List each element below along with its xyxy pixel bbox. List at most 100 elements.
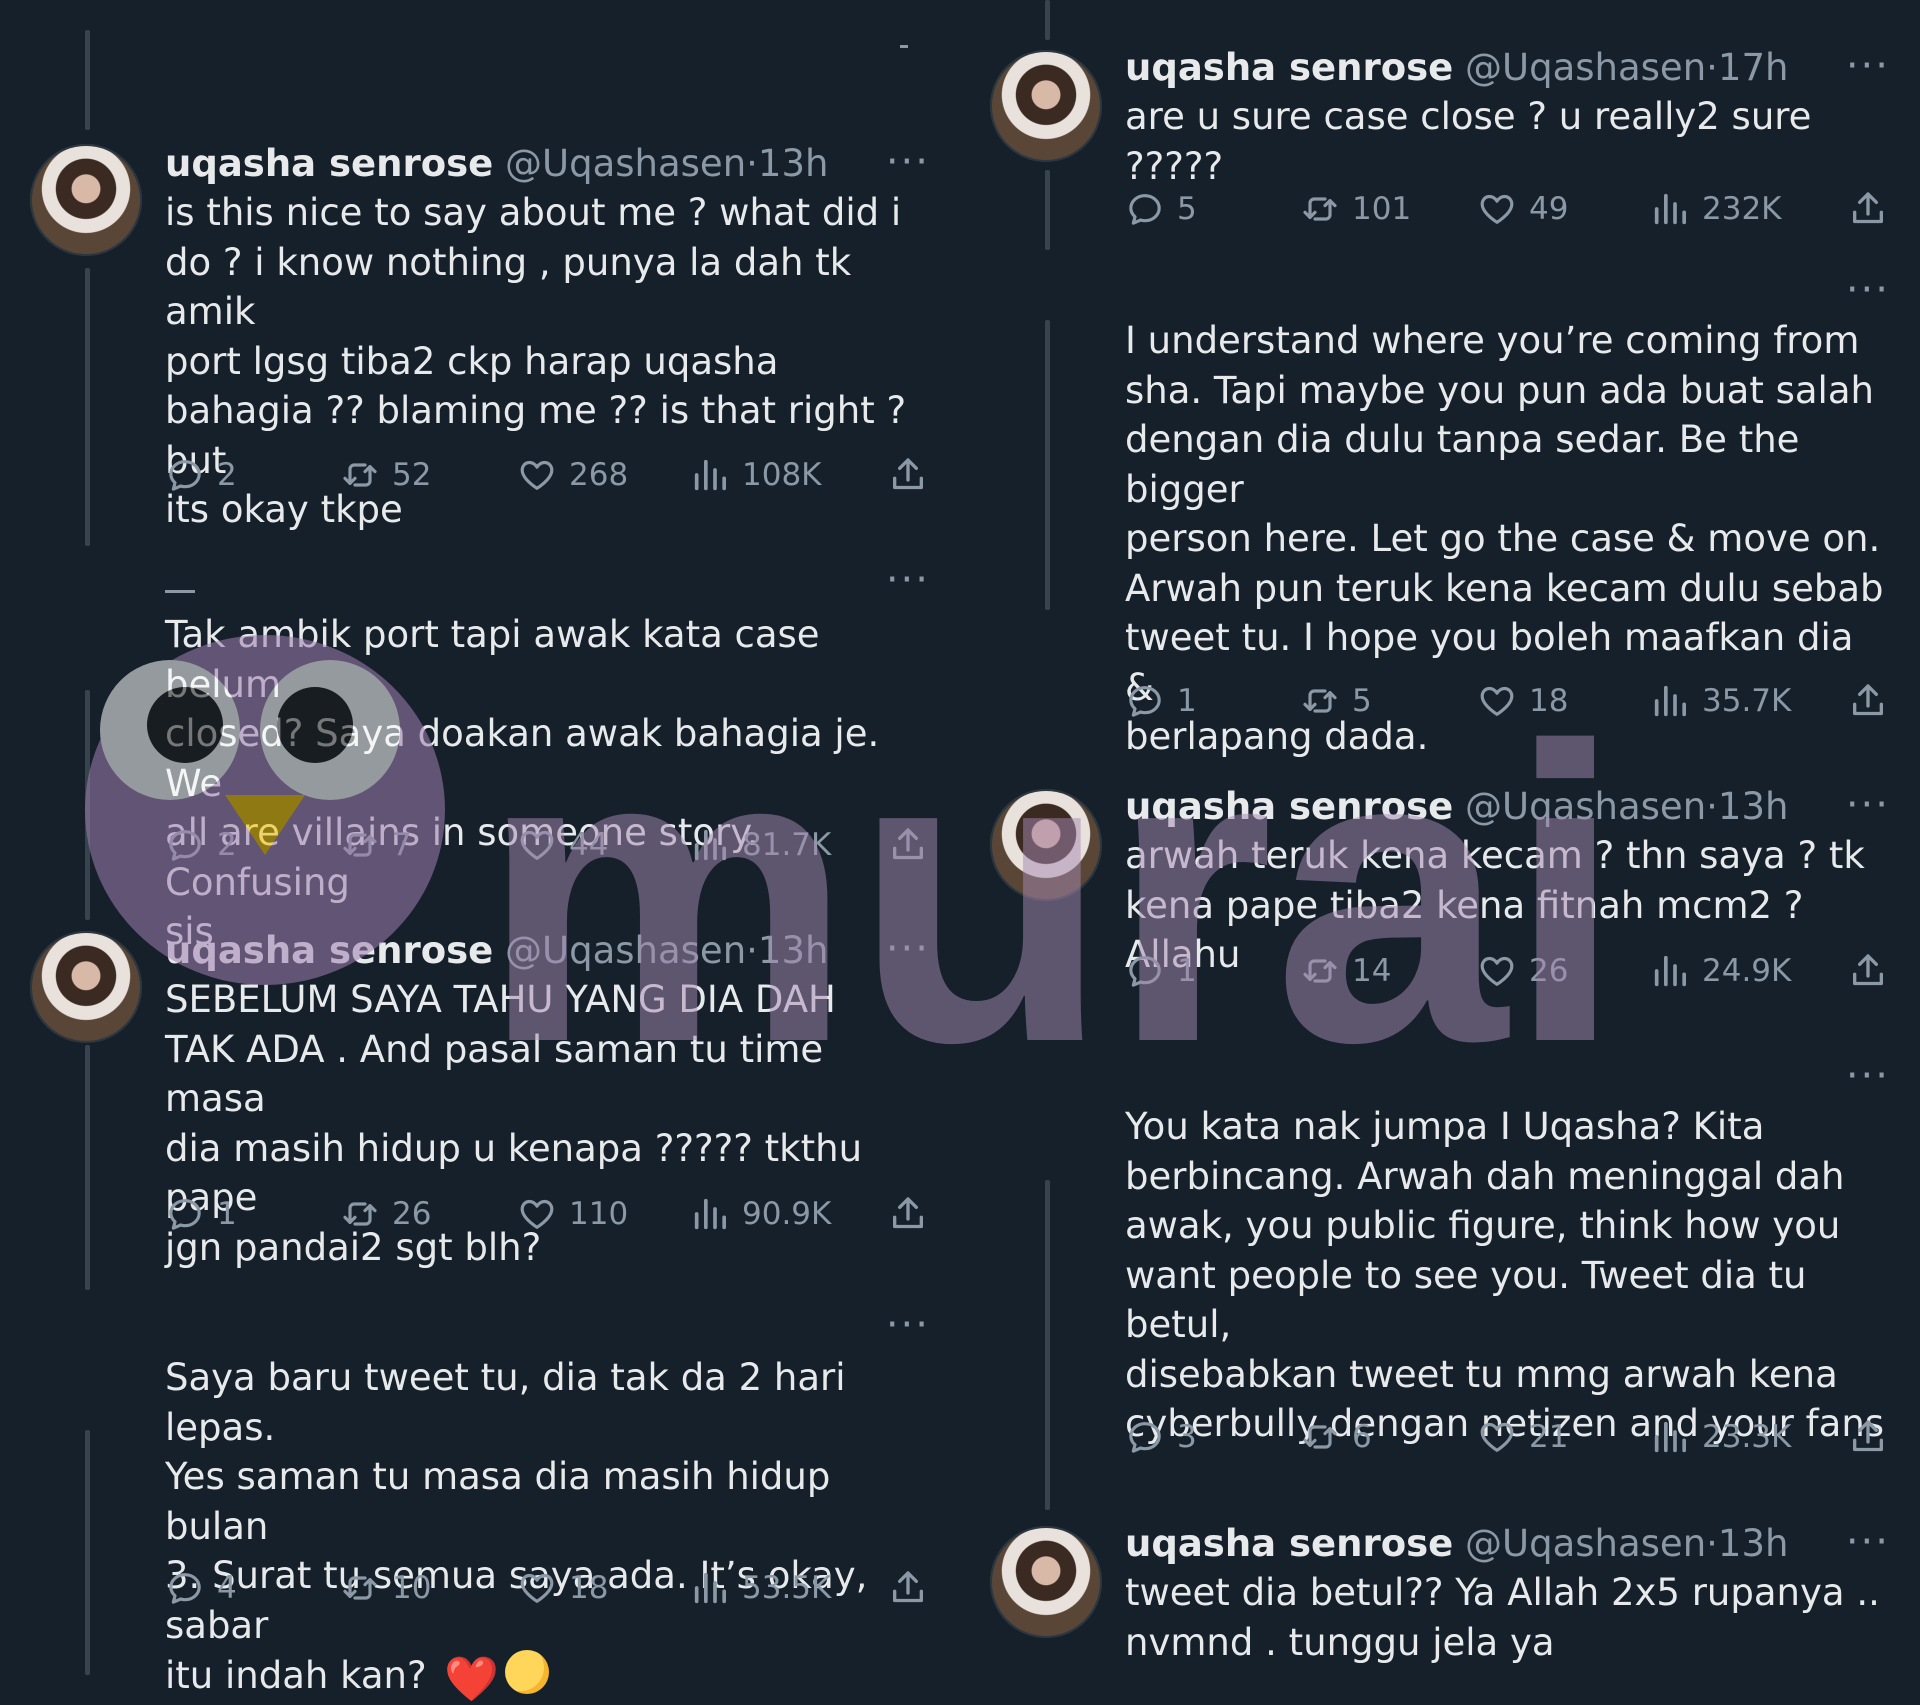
share-button[interactable] [886, 1563, 930, 1613]
reply-count: 1 [1177, 683, 1197, 719]
reply-button[interactable]: 5 [1125, 184, 1197, 234]
views-chart-icon [690, 1194, 730, 1234]
views-count: 35.7K [1702, 683, 1792, 719]
like-count: 18 [569, 1570, 609, 1606]
like-button[interactable]: 21 [1477, 1412, 1568, 1462]
author-handle[interactable]: @Uqashasen [1465, 785, 1706, 828]
reply-count: 1 [1177, 953, 1197, 989]
share-button[interactable] [1846, 184, 1890, 234]
share-button[interactable] [886, 450, 930, 500]
like-count: 26 [1529, 953, 1569, 989]
retweet-button[interactable]: 6 [1300, 1412, 1372, 1462]
tweet-header: uqasha senrose @Uqashasen·17h [1125, 44, 1788, 92]
heart-icon [1477, 189, 1517, 229]
author-name[interactable]: uqasha senrose [1125, 46, 1453, 89]
views-button[interactable]: 90.9K [690, 1189, 831, 1239]
reply-button[interactable]: 1 [1125, 676, 1197, 726]
reply-button[interactable]: 1 [165, 1189, 237, 1239]
like-button[interactable]: 49 [1477, 184, 1568, 234]
avatar[interactable] [990, 789, 1102, 901]
avatar[interactable] [30, 144, 142, 256]
timestamp[interactable]: 13h [758, 929, 829, 972]
timestamp[interactable]: 13h [758, 142, 829, 185]
share-button[interactable] [1846, 676, 1890, 726]
share-button[interactable] [1846, 1412, 1890, 1462]
share-button[interactable] [886, 820, 930, 870]
like-button[interactable]: 110 [517, 1189, 628, 1239]
like-button[interactable]: 18 [517, 1563, 608, 1613]
more-dots-icon[interactable]: ··· [886, 929, 930, 969]
more-dots-icon[interactable]: ··· [1846, 1056, 1890, 1096]
heart-icon [1477, 1417, 1517, 1457]
like-button[interactable]: 26 [1477, 946, 1568, 996]
reply-button[interactable]: 2 [165, 820, 237, 870]
thread-line [85, 30, 90, 130]
views-button[interactable]: 81.7K [690, 820, 831, 870]
reply-button[interactable]: 4 [165, 1563, 237, 1613]
author-name[interactable]: uqasha senrose [1125, 785, 1453, 828]
reply-count: 4 [217, 1570, 237, 1606]
author-handle[interactable]: @Uqashasen [505, 929, 746, 972]
views-button[interactable]: 53.5K [690, 1563, 831, 1613]
retweet-button[interactable]: 14 [1300, 946, 1391, 996]
more-dots-icon[interactable]: ··· [886, 142, 930, 182]
views-button[interactable]: 232K [1650, 184, 1782, 234]
more-dots-icon[interactable]: ··· [1846, 270, 1890, 310]
share-button[interactable] [1846, 946, 1890, 996]
more-dots-icon[interactable]: ··· [886, 1305, 930, 1345]
heart-icon [517, 1194, 557, 1234]
author-handle[interactable]: @Uqashasen [1465, 46, 1706, 89]
retweet-count: 26 [392, 1196, 432, 1232]
reply-button[interactable]: 3 [1125, 1412, 1197, 1462]
avatar[interactable] [990, 1526, 1102, 1638]
like-button[interactable]: 18 [1477, 676, 1568, 726]
views-button[interactable]: 35.7K [1650, 676, 1791, 726]
more-dots-icon[interactable]: ··· [1846, 785, 1890, 825]
retweet-button[interactable]: 26 [340, 1189, 431, 1239]
thread-line [1045, 170, 1050, 250]
share-icon [888, 1194, 928, 1234]
author-handle[interactable]: @Uqashasen [1465, 1522, 1706, 1565]
more-dots-icon[interactable]: ··· [1846, 1522, 1890, 1562]
reply-button[interactable]: 2 [165, 450, 237, 500]
separator-dot: · [1706, 785, 1718, 828]
views-count: 90.9K [742, 1196, 832, 1232]
avatar[interactable] [990, 50, 1102, 162]
views-chart-icon [1650, 189, 1690, 229]
more-dots-icon[interactable]: ··· [886, 560, 930, 600]
author-handle[interactable]: @Uqashasen [505, 142, 746, 185]
retweet-button[interactable]: 5 [1300, 676, 1372, 726]
retweet-button[interactable]: 52 [340, 450, 431, 500]
views-count: 108K [742, 457, 822, 493]
author-name[interactable]: uqasha senrose [1125, 1522, 1453, 1565]
tweet-text-body: Saya baru tweet tu, dia tak da 2 hari le… [165, 1356, 868, 1697]
retweet-count: 6 [1352, 1419, 1372, 1455]
divider-mark [900, 45, 908, 48]
avatar[interactable] [30, 931, 142, 1043]
separator-dot: · [746, 929, 758, 972]
views-chart-icon [1650, 1417, 1690, 1457]
retweet-count: 52 [392, 457, 432, 493]
thread-line [1045, 0, 1050, 40]
timestamp[interactable]: 13h [1718, 1522, 1789, 1565]
views-button[interactable]: 23.3K [1650, 1412, 1791, 1462]
more-dots-icon[interactable]: ··· [1846, 46, 1890, 86]
tweet-text: tweet dia betul?? Ya Allah 2x5 rupanya .… [1125, 1571, 1880, 1664]
tweet-actions: 2 52 268 108K [165, 450, 930, 500]
tweet-header: uqasha senrose @Uqashasen·13h [1125, 783, 1788, 831]
reply-button[interactable]: 1 [1125, 946, 1197, 996]
retweet-button[interactable]: 10 [340, 1563, 431, 1613]
timestamp[interactable]: 13h [1718, 785, 1789, 828]
share-button[interactable] [886, 1189, 930, 1239]
timestamp[interactable]: 17h [1718, 46, 1789, 89]
views-button[interactable]: 24.9K [1650, 946, 1791, 996]
like-button[interactable]: 268 [517, 450, 628, 500]
reply-icon [1125, 189, 1165, 229]
retweet-button[interactable]: 7 [340, 820, 412, 870]
author-name[interactable]: uqasha senrose [165, 142, 493, 185]
author-name[interactable]: uqasha senrose [165, 929, 493, 972]
views-button[interactable]: 108K [690, 450, 822, 500]
retweet-button[interactable]: 101 [1300, 184, 1411, 234]
share-icon [888, 455, 928, 495]
like-button[interactable]: 44 [517, 820, 608, 870]
